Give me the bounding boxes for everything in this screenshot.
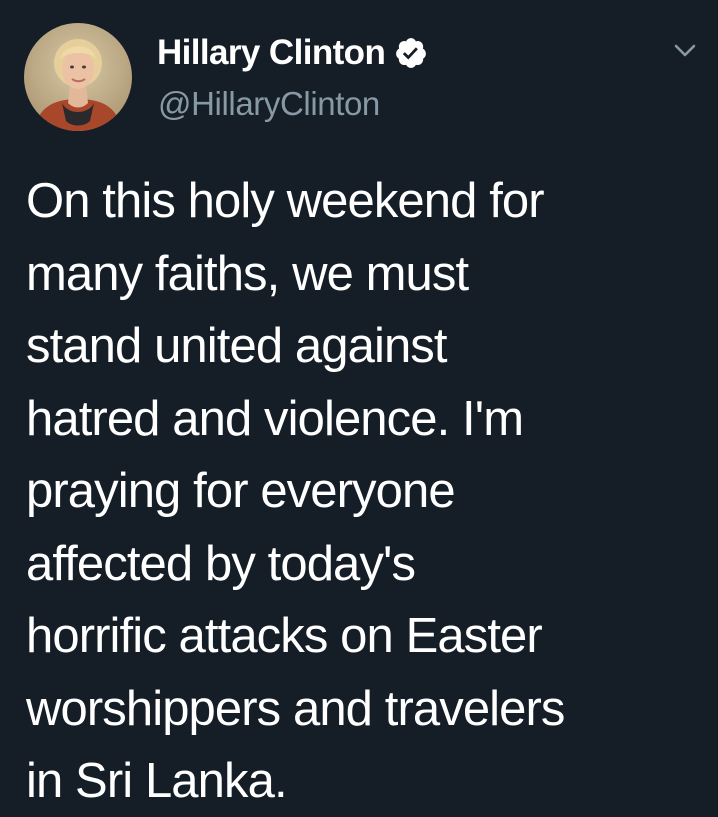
author-name-row[interactable]: Hillary Clinton xyxy=(157,31,428,75)
author-avatar[interactable] xyxy=(24,23,132,131)
tweet-text-line: hatred and violence. I'm xyxy=(26,391,524,446)
avatar-photo-icon xyxy=(24,23,132,131)
tweet-text-line: affected by today's xyxy=(26,536,416,591)
tweet-text-line: many faiths, we must xyxy=(26,246,469,301)
tweet-text-line: On this holy weekend for xyxy=(26,174,545,228)
tweet-text-line: worshippers and travelers xyxy=(26,681,565,736)
chevron-down-icon[interactable] xyxy=(672,41,698,61)
tweet-text-line: stand united against xyxy=(26,319,448,373)
author-display-name[interactable]: Hillary Clinton xyxy=(157,31,386,75)
verified-badge-icon xyxy=(394,36,428,70)
tweet-text-line: horrific attacks on Easter xyxy=(26,609,543,663)
tweet-text: On this holy weekend for many faiths, we… xyxy=(26,165,706,817)
tweet-text-line: praying for everyone xyxy=(26,464,456,518)
author-handle[interactable]: @HillaryClinton xyxy=(158,84,380,124)
tweet-card: Hillary Clinton @HillaryClinton On this … xyxy=(0,0,718,817)
tweet-text-line: in Sri Lanka. xyxy=(26,754,288,808)
